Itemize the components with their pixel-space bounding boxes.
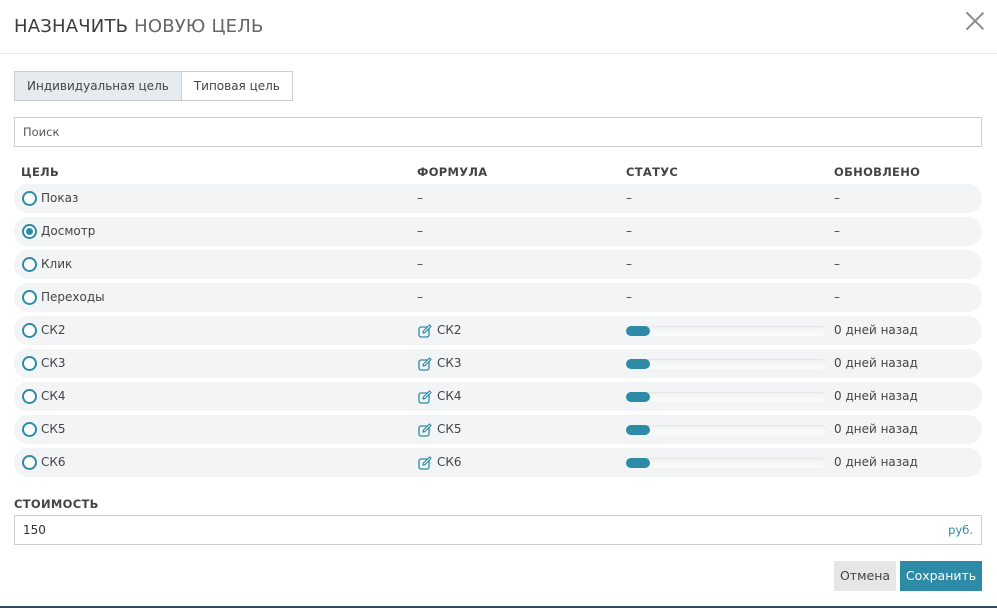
edit-icon[interactable]: [418, 456, 432, 470]
status-progress-bar: [626, 392, 826, 402]
goal-name: СК5: [41, 422, 66, 436]
formula-value: –: [417, 257, 423, 271]
table-row[interactable]: СК5 СК5 0 дней назад: [14, 415, 982, 444]
table-row[interactable]: Клик – – –: [14, 250, 982, 279]
formula-value: –: [417, 191, 423, 205]
tab-typical-goal[interactable]: Типовая цель: [181, 71, 293, 101]
goal-name: Досмотр: [41, 224, 96, 238]
edit-icon[interactable]: [418, 390, 432, 404]
radio-button[interactable]: [22, 224, 37, 239]
cost-input[interactable]: [15, 516, 915, 544]
updated-value: 0 дней назад: [834, 422, 918, 436]
cancel-button[interactable]: Отмена: [834, 561, 896, 591]
formula-name: СК3: [437, 356, 462, 370]
dialog-title-bold: НАЗНАЧИТЬ: [14, 16, 129, 37]
status-progress-fill: [626, 458, 650, 468]
formula-name: СК6: [437, 455, 462, 469]
updated-value: –: [834, 224, 840, 238]
cost-label: СТОИМОСТЬ: [14, 497, 99, 511]
formula-value: –: [417, 224, 423, 238]
radio-button[interactable]: [22, 356, 37, 371]
table-row[interactable]: Досмотр – – –: [14, 217, 982, 246]
updated-value: –: [834, 191, 840, 205]
formula-name: СК2: [437, 323, 462, 337]
table-header: ЦЕЛЬ ФОРМУЛА СТАТУС ОБНОВЛЕНО: [0, 163, 997, 181]
tab-individual-goal[interactable]: Индивидуальная цель: [14, 71, 182, 101]
updated-value: 0 дней назад: [834, 356, 918, 370]
dialog-header: НАЗНАЧИТЬ НОВУЮ ЦЕЛЬ: [0, 0, 997, 54]
status-progress-bar: [626, 425, 826, 435]
status-progress-bar: [626, 359, 826, 369]
status-progress-bar: [626, 458, 826, 468]
status-value: –: [626, 257, 632, 271]
table-row[interactable]: СК2 СК2 0 дней назад: [14, 316, 982, 345]
status-progress-fill: [626, 359, 650, 369]
radio-button[interactable]: [22, 422, 37, 437]
dialog-title: НАЗНАЧИТЬ НОВУЮ ЦЕЛЬ: [14, 16, 264, 37]
radio-button[interactable]: [22, 257, 37, 272]
goal-name: СК2: [41, 323, 66, 337]
goal-name: СК3: [41, 356, 66, 370]
close-icon[interactable]: [964, 10, 986, 32]
table-row[interactable]: СК3 СК3 0 дней назад: [14, 349, 982, 378]
status-value: –: [626, 224, 632, 238]
dialog-title-rest: НОВУЮ ЦЕЛЬ: [134, 16, 264, 37]
goal-name: Клик: [41, 257, 73, 271]
column-header-status: СТАТУС: [626, 165, 679, 179]
status-progress-fill: [626, 326, 650, 336]
cost-unit: руб.: [948, 523, 973, 537]
goal-name: Переходы: [41, 290, 105, 304]
goal-name: СК4: [41, 389, 66, 403]
search-input[interactable]: [14, 117, 982, 147]
updated-value: –: [834, 290, 840, 304]
table-row[interactable]: СК4 СК4 0 дней назад: [14, 382, 982, 411]
formula-name: СК5: [437, 422, 462, 436]
status-progress-fill: [626, 425, 650, 435]
column-header-updated: ОБНОВЛЕНО: [834, 165, 921, 179]
radio-button[interactable]: [22, 191, 37, 206]
goal-name: СК6: [41, 455, 66, 469]
formula-value: –: [417, 290, 423, 304]
cost-field: руб.: [14, 515, 982, 545]
table-row[interactable]: Переходы – – –: [14, 283, 982, 312]
goal-name: Показ: [41, 191, 79, 205]
table-row[interactable]: СК6 СК6 0 дней назад: [14, 448, 982, 477]
status-value: –: [626, 290, 632, 304]
status-progress-bar: [626, 326, 826, 336]
updated-value: 0 дней назад: [834, 455, 918, 469]
save-button[interactable]: Сохранить: [900, 561, 982, 591]
updated-value: 0 дней назад: [834, 323, 918, 337]
updated-value: –: [834, 257, 840, 271]
column-header-formula: ФОРМУЛА: [417, 165, 488, 179]
radio-button[interactable]: [22, 323, 37, 338]
radio-button[interactable]: [22, 290, 37, 305]
formula-name: СК4: [437, 389, 462, 403]
radio-button[interactable]: [22, 455, 37, 470]
status-value: –: [626, 191, 632, 205]
updated-value: 0 дней назад: [834, 389, 918, 403]
table-row[interactable]: Показ – – –: [14, 184, 982, 213]
column-header-goal: ЦЕЛЬ: [21, 165, 60, 179]
radio-button[interactable]: [22, 389, 37, 404]
goals-list: Показ – – – Досмотр – – – Клик – – – Переходы – – – СК2 С…: [14, 184, 982, 481]
edit-icon[interactable]: [418, 423, 432, 437]
edit-icon[interactable]: [418, 324, 432, 338]
status-progress-fill: [626, 392, 650, 402]
goal-type-tabs: Индивидуальная цель Типовая цель: [14, 71, 293, 101]
edit-icon[interactable]: [418, 357, 432, 371]
